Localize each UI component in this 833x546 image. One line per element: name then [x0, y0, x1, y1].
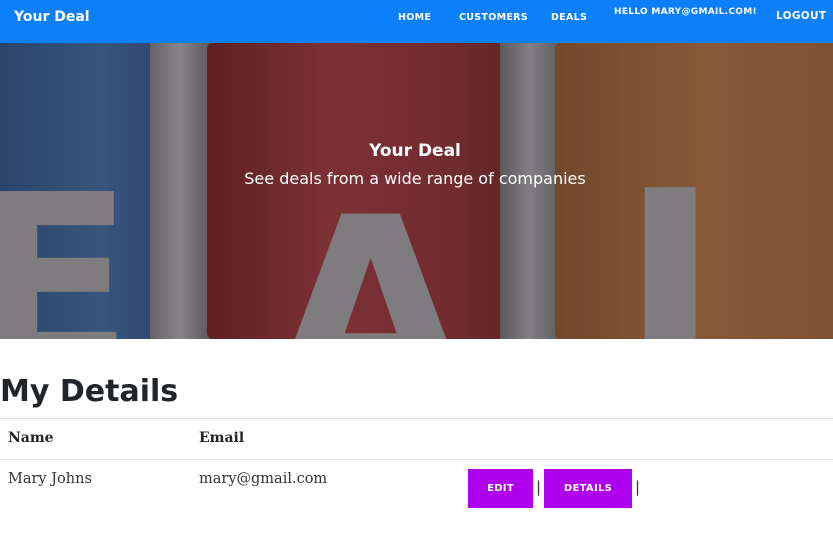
edit-button[interactable]: EDIT [468, 469, 533, 508]
action-separator: | [635, 478, 641, 496]
hero-title: Your Deal [369, 141, 461, 161]
nav-home-link[interactable]: HOME [398, 12, 431, 23]
table-divider [0, 418, 833, 419]
user-greeting: HELLO MARY@GMAIL.COM! [614, 7, 757, 17]
action-separator: | [536, 478, 542, 496]
nav-customers-link[interactable]: CUSTOMERS [459, 12, 528, 23]
column-header-email: Email [199, 430, 245, 446]
column-header-name: Name [8, 430, 54, 446]
details-button[interactable]: DETAILS [544, 469, 632, 508]
nav-deals-link[interactable]: DEALS [551, 12, 587, 23]
hero-overlay [0, 43, 833, 339]
table-divider [0, 459, 833, 460]
cell-email: mary@gmail.com [199, 471, 328, 487]
cell-name: Mary Johns [8, 471, 92, 487]
top-navbar: Your Deal HOME CUSTOMERS DEALS HELLO MAR… [0, 0, 833, 43]
hero-banner: E A L Your Deal See deals from a wide ra… [0, 43, 833, 339]
hero-subtitle: See deals from a wide range of companies [244, 169, 586, 188]
brand-link[interactable]: Your Deal [14, 9, 90, 25]
logout-link[interactable]: LOGOUT [776, 10, 826, 22]
page-title: My Details [0, 374, 179, 409]
